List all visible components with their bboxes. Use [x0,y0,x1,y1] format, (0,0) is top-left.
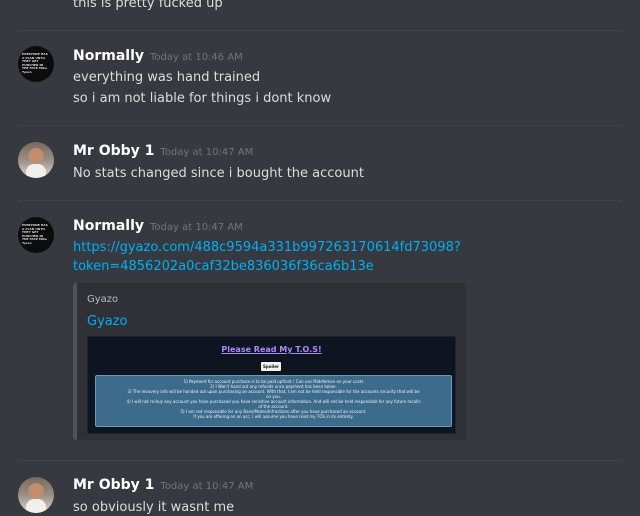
avatar[interactable]: EVERYONE HAS A PLAN UNTIL THEY GET PUNCH… [18,217,54,253]
message-header: Normally Today at 10:47 AM [73,218,243,234]
message-divider [18,460,622,461]
username[interactable]: Normally [73,48,144,64]
message-divider [18,200,622,201]
message-text: No stats changed since i bought the acco… [73,166,364,181]
gyazo-link[interactable]: token=4856202a0caf32be836036f36ca6b13e [73,257,374,277]
embed-title[interactable]: Gyazo [87,314,128,329]
tos-heading: Please Read My T.O.S! [221,345,322,354]
avatar[interactable]: EVERYONE HAS A PLAN UNTIL THEY GET PUNCH… [18,46,54,82]
embed-provider: Gyazo [87,294,119,305]
gyazo-link[interactable]: https://gyazo.com/488c9594a331b997263170… [73,238,461,258]
timestamp: Today at 10:46 AM [150,52,243,63]
message-text: so obviously it wasnt me [73,500,235,515]
spoiler-button: Spoiler [261,362,281,371]
embed-image[interactable]: Please Read My T.O.S! Spoiler 1) Payment… [87,336,456,434]
timestamp: Today at 10:47 AM [150,222,243,233]
username[interactable]: Mr Obby 1 [73,477,154,493]
message-text: so i am not liable for things i dont kno… [73,91,332,106]
username[interactable]: Mr Obby 1 [73,143,154,159]
message-text: everything was hand trained [73,70,261,85]
avatar[interactable] [18,142,54,178]
message-header: Mr Obby 1 Today at 10:47 AM [73,477,253,493]
message-divider [18,125,622,126]
message-divider [18,30,622,31]
username[interactable]: Normally [73,218,144,234]
avatar-text: EVERYONE HAS A PLAN UNTIL THEY GET PUNCH… [22,223,48,245]
message-header: Mr Obby 1 Today at 10:47 AM [73,143,253,159]
message-header: Normally Today at 10:46 AM [73,48,243,64]
tos-line: If you are offering on an acc, I will as… [193,414,354,419]
link-embed: Gyazo Gyazo Please Read My T.O.S! Spoile… [73,283,466,440]
avatar-shirt [26,499,46,513]
avatar-shirt [26,164,46,178]
message-text: this is pretty fucked up [73,0,223,11]
tos-box: 1) Payment for account purchase is to be… [95,375,452,427]
timestamp: Today at 10:47 AM [160,147,254,158]
timestamp: Today at 10:47 AM [160,481,254,492]
avatar[interactable] [18,477,54,513]
avatar-text: EVERYONE HAS A PLAN UNTIL THEY GET PUNCH… [22,52,48,74]
